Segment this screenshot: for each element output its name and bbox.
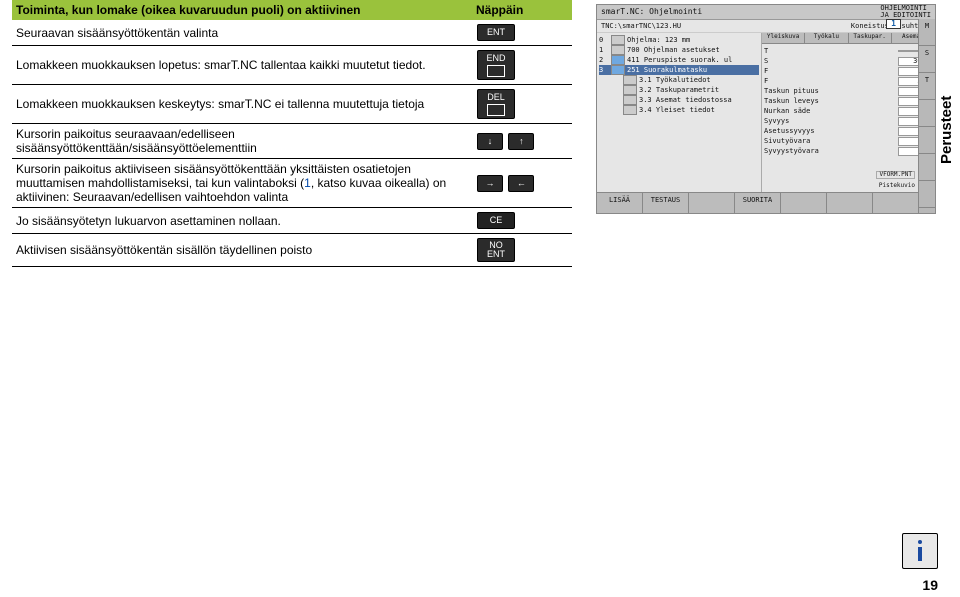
tree-line: 1700 Ohjelman asetukset bbox=[599, 45, 759, 55]
tree-line: 3.1 Työkalutiedot bbox=[611, 75, 759, 85]
param-tab: Yleiskuva bbox=[762, 33, 805, 43]
table-row-text: Kursorin paikoitus aktiiviseen sisäänsyö… bbox=[12, 159, 472, 208]
table-header-right: Näppäin bbox=[472, 0, 572, 20]
param-field: Asetussyvyys5 bbox=[764, 126, 932, 136]
tree-line: 3.2 Taskuparametrit bbox=[611, 85, 759, 95]
function-key-table: Toiminta, kun lomake (oikea kuvaruudun p… bbox=[12, 0, 572, 267]
arrow-right-key: → bbox=[477, 175, 503, 192]
tree-line: 3.3 Asemat tiedostossa bbox=[611, 95, 759, 105]
param-field: T bbox=[764, 46, 932, 56]
end-box-icon bbox=[487, 65, 505, 77]
right-softkeys: MSTDIAGNOSISTYÖKALU- TAULUKKO bbox=[918, 19, 935, 213]
control-screenshot: smarT.NC: Ohjelmointi OHJELMOINTIJA EDIT… bbox=[596, 4, 936, 214]
side-softkey bbox=[919, 154, 935, 181]
param-field: Syvyys-20 bbox=[764, 116, 932, 126]
screencap-title: smarT.NC: Ohjelmointi bbox=[601, 8, 702, 16]
key-ent: ENT bbox=[477, 24, 515, 41]
screencap-mode-title: OHJELMOINTIJA EDITOINTI bbox=[880, 5, 931, 19]
param-tab: Taskupar. bbox=[849, 33, 892, 43]
side-softkey bbox=[919, 100, 935, 127]
bottom-softkeys: LISÄÄTESTAUS SUORITA bbox=[597, 192, 919, 213]
info-icon bbox=[902, 533, 938, 569]
key-end: END bbox=[477, 50, 515, 80]
side-softkey: T bbox=[919, 73, 935, 100]
side-softkey bbox=[919, 208, 935, 214]
blue-marker-1: 1 bbox=[304, 176, 311, 190]
arrow-left-key: ← bbox=[508, 175, 534, 192]
bottom-softkey bbox=[827, 193, 873, 213]
tree-line: 3251 Suorakulmatasku bbox=[599, 65, 759, 75]
param-tabs: YleiskuvaTyökaluTaskupar.Asemat bbox=[762, 33, 935, 44]
table-header-left: Toiminta, kun lomake (oikea kuvaruudun p… bbox=[12, 0, 472, 20]
bottom-softkey bbox=[781, 193, 827, 213]
vform-file: VFORM.PNT bbox=[876, 171, 915, 179]
table-row-text: Seuraavan sisäänsyöttökentän valinta bbox=[12, 20, 472, 46]
tree-line: 0Ohjelma: 123 mm bbox=[599, 35, 759, 45]
table-row-text: Aktiivisen sisäänsyöttökentän sisällön t… bbox=[12, 234, 472, 267]
side-softkey: M bbox=[919, 19, 935, 46]
table-row-text: Lomakkeen muokkauksen keskeytys: smarT.N… bbox=[12, 85, 472, 124]
tree-line: 3.4 Yleiset tiedot bbox=[611, 105, 759, 115]
bottom-softkey: SUORITA bbox=[735, 193, 781, 213]
table-row-text: Jo sisäänsyötetyn lukuarvon asettaminen … bbox=[12, 208, 472, 234]
arrow-up-key: ↑ bbox=[508, 133, 534, 150]
param-field: Nurkan säde0 bbox=[764, 106, 932, 116]
key-del: DEL bbox=[477, 89, 515, 119]
callout-marker-1: 1 bbox=[886, 19, 901, 29]
program-tree: 0Ohjelma: 123 mm1700 Ohjelman asetukset2… bbox=[597, 33, 762, 197]
param-field: S3000 bbox=[764, 56, 932, 66]
param-field: Taskun leveys20 bbox=[764, 96, 932, 106]
side-softkey: S bbox=[919, 46, 935, 73]
param-field: Syvyystyövara0 bbox=[764, 146, 932, 156]
del-box-icon bbox=[487, 104, 505, 116]
bottom-softkey bbox=[873, 193, 919, 213]
side-softkey bbox=[919, 127, 935, 154]
screencap-path: TNC:\smarTNC\123.HU bbox=[601, 23, 681, 30]
table-row-text: Lomakkeen muokkauksen lopetus: smarT.NC … bbox=[12, 46, 472, 85]
pistekuvio-label: Pistekuvio bbox=[879, 183, 915, 189]
param-field: Sivutyövara0 bbox=[764, 136, 932, 146]
param-field: F500 bbox=[764, 76, 932, 86]
key-no-ent: NO ENT bbox=[477, 238, 515, 262]
param-tab: Työkalu bbox=[805, 33, 848, 43]
side-tab-perusteet: Perusteet bbox=[938, 60, 960, 200]
page-number: 19 bbox=[922, 577, 938, 593]
param-field: F150 bbox=[764, 66, 932, 76]
side-softkey bbox=[919, 181, 935, 208]
param-field: Taskun pituus60 bbox=[764, 86, 932, 96]
tree-line: 2411 Peruspiste suorak. ul bbox=[599, 55, 759, 65]
table-row-text: Kursorin paikoitus seuraavaan/edelliseen… bbox=[12, 124, 472, 159]
key-ce: CE bbox=[477, 212, 515, 229]
bottom-softkey: TESTAUS bbox=[643, 193, 689, 213]
bottom-softkey bbox=[689, 193, 735, 213]
arrow-down-key: ↓ bbox=[477, 133, 503, 150]
bottom-softkey: LISÄÄ bbox=[597, 193, 643, 213]
